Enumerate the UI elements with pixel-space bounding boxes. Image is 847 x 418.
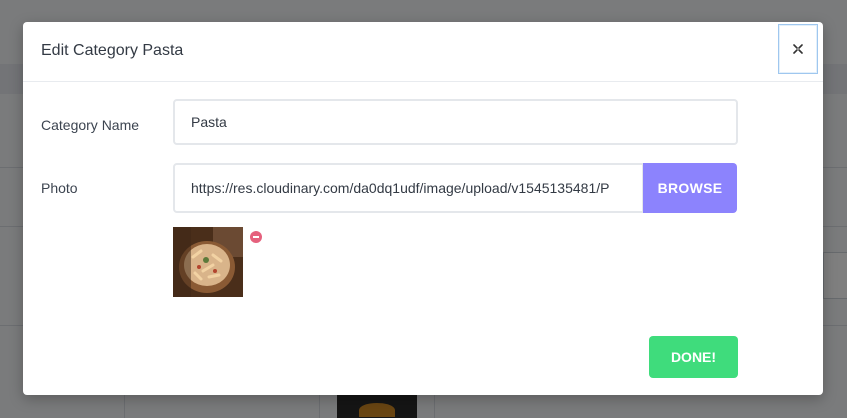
browse-button[interactable]: BROWSE [643, 163, 737, 213]
modal-header: Edit Category Pasta [23, 22, 823, 82]
edit-category-modal: Edit Category Pasta Category Name Photo … [23, 22, 823, 395]
photo-url-input[interactable] [173, 163, 644, 213]
remove-photo-button[interactable] [250, 231, 262, 243]
pasta-image [173, 227, 243, 297]
done-button[interactable]: DONE! [649, 336, 738, 378]
close-icon [793, 44, 803, 54]
photo-label: Photo [41, 180, 78, 196]
close-button[interactable] [778, 24, 818, 74]
category-name-label: Category Name [41, 117, 140, 133]
category-name-input[interactable] [173, 99, 738, 145]
modal-title: Edit Category Pasta [41, 42, 184, 59]
category-photo-thumbnail [173, 227, 243, 297]
